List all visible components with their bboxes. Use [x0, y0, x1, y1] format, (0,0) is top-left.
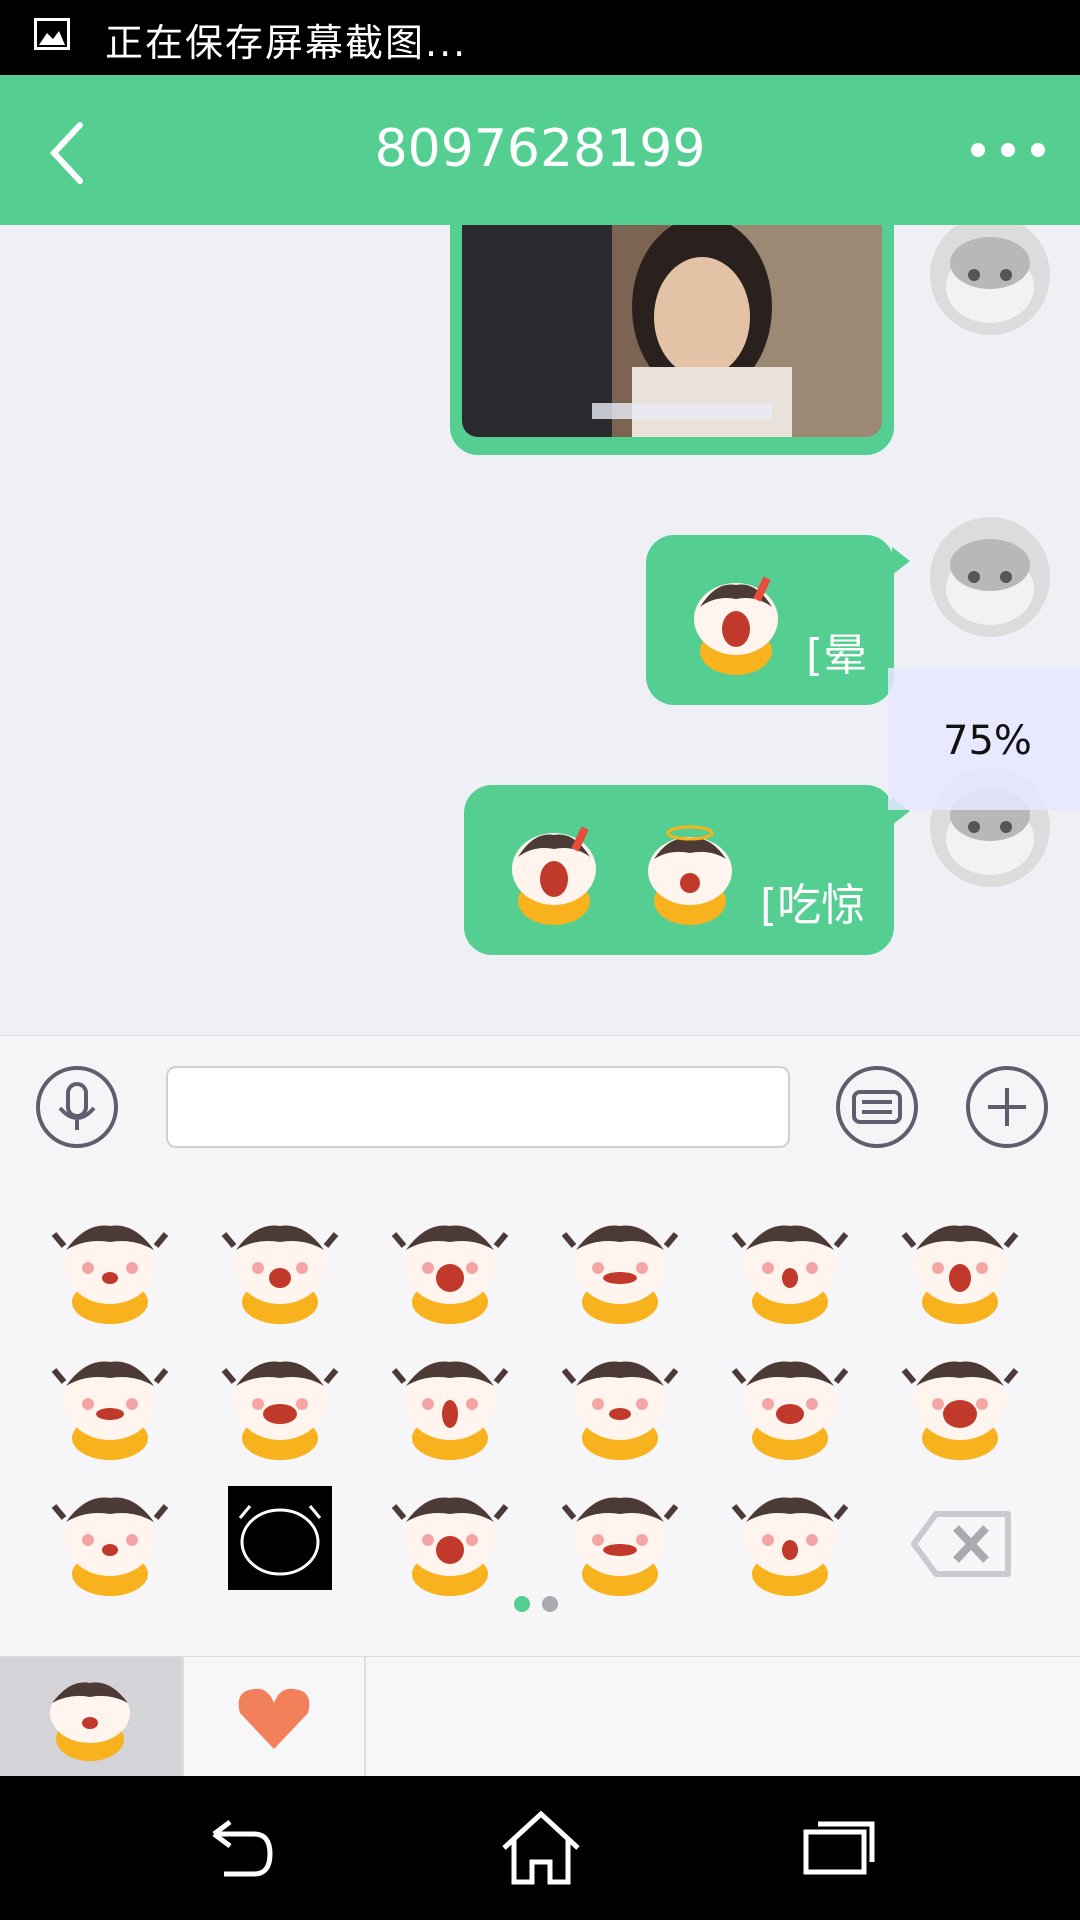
more-dots-icon[interactable] — [968, 130, 1048, 170]
emoji-sticker[interactable] — [730, 1478, 850, 1598]
sticker-icon — [221, 1360, 339, 1460]
emoji-sticker[interactable] — [730, 1206, 850, 1326]
emoji-sticker[interactable] — [390, 1206, 510, 1326]
plus-icon — [988, 1088, 1026, 1126]
chat-area: [晕 [吃惊 — [0, 225, 1080, 1035]
emoji-sticker[interactable] — [220, 1342, 340, 1462]
status-text: 正在保存屏幕截图... — [105, 21, 468, 65]
emoji-sticker[interactable] — [220, 1478, 340, 1598]
app-bar: 8097628199 — [0, 75, 1080, 225]
message-bubble[interactable]: [晕 — [646, 535, 894, 705]
sticker-icon — [391, 1496, 509, 1596]
message-input[interactable] — [166, 1066, 790, 1148]
sticker-icon — [51, 1496, 169, 1596]
heart-icon — [238, 1688, 310, 1749]
upload-progress: 75% — [888, 668, 1080, 810]
message-bubble-image[interactable] — [450, 225, 894, 455]
sticker-icon — [391, 1224, 509, 1324]
sticker-icon — [694, 576, 778, 675]
avatar[interactable] — [930, 517, 1050, 637]
sticker-icon — [391, 1360, 509, 1460]
keyboard-icon — [852, 1090, 902, 1124]
home-icon[interactable] — [496, 1808, 586, 1888]
progress-label: 75% — [943, 718, 1032, 764]
sticker-icon — [512, 826, 596, 925]
emoji-panel — [0, 1176, 1080, 1656]
message-bubble[interactable]: [吃惊 — [464, 785, 894, 955]
page-indicator-dot[interactable] — [542, 1596, 558, 1612]
emoji-sticker[interactable] — [50, 1342, 170, 1462]
backspace-icon — [911, 1511, 1011, 1577]
emoji-sticker[interactable] — [220, 1206, 340, 1326]
sticker-icon — [731, 1360, 849, 1460]
image-icon — [34, 18, 70, 50]
add-button[interactable] — [966, 1066, 1048, 1148]
system-nav-bar — [0, 1776, 1080, 1920]
back-icon[interactable] — [200, 1814, 280, 1884]
keyboard-button[interactable] — [836, 1066, 918, 1148]
sticker-icon — [228, 1486, 332, 1590]
emoji-sticker[interactable] — [560, 1206, 680, 1326]
message-text: [晕 — [806, 630, 868, 681]
emoji-sticker[interactable] — [560, 1342, 680, 1462]
microphone-icon — [58, 1082, 96, 1130]
page-indicator-dot[interactable] — [514, 1596, 530, 1612]
emoji-sticker[interactable] — [560, 1478, 680, 1598]
tab-favorites[interactable] — [184, 1657, 364, 1777]
sticker-icon — [561, 1360, 679, 1460]
sticker-icon — [561, 1496, 679, 1596]
status-bar: 正在保存屏幕截图... — [0, 0, 1080, 75]
sticker-tab-bar — [0, 1656, 1080, 1777]
chat-title: 8097628199 — [374, 119, 706, 179]
avatar[interactable] — [930, 225, 1050, 335]
emoji-sticker[interactable] — [50, 1478, 170, 1598]
emoji-sticker[interactable] — [730, 1342, 850, 1462]
delete-key[interactable] — [900, 1478, 1020, 1598]
input-bar — [0, 1035, 1080, 1177]
emoji-sticker[interactable] — [900, 1206, 1020, 1326]
sticker-icon — [901, 1360, 1019, 1460]
sticker-icon — [648, 825, 732, 925]
tab-cow-stickers[interactable] — [0, 1657, 182, 1777]
sticker-icon — [221, 1224, 339, 1324]
sticker-icon — [561, 1224, 679, 1324]
voice-button[interactable] — [36, 1066, 118, 1148]
sticker-icon — [901, 1224, 1019, 1324]
emoji-sticker[interactable] — [50, 1206, 170, 1326]
recents-icon[interactable] — [800, 1814, 880, 1884]
emoji-sticker[interactable] — [390, 1342, 510, 1462]
sticker-icon — [731, 1224, 849, 1324]
emoji-sticker[interactable] — [390, 1478, 510, 1598]
message-text: [吃惊 — [760, 880, 866, 931]
sticker-icon — [731, 1496, 849, 1596]
emoji-sticker[interactable] — [900, 1342, 1020, 1462]
sticker-icon — [51, 1360, 169, 1460]
photo-thumbnail[interactable] — [462, 225, 882, 437]
cow-sticker-icon — [50, 1682, 130, 1761]
sticker-icon — [51, 1224, 169, 1324]
